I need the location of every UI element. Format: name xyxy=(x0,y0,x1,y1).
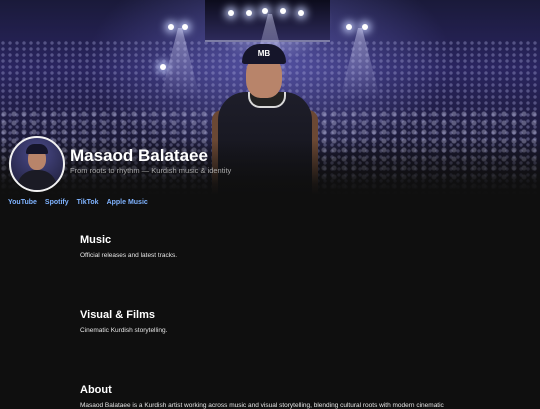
about-section: About Masaod Balataee is a Kurdish artis… xyxy=(80,384,444,409)
music-section: Music Official releases and latest track… xyxy=(80,234,177,259)
stage-light xyxy=(228,10,234,16)
stage-light xyxy=(168,24,174,30)
visual-films-heading: Visual & Films xyxy=(80,309,155,321)
youtube-link[interactable]: YouTube xyxy=(8,199,37,206)
social-links: YouTube Spotify TikTok Apple Music xyxy=(8,199,148,206)
stage-light xyxy=(362,24,368,30)
stage-light xyxy=(298,10,304,16)
music-heading: Music xyxy=(80,234,112,246)
about-description: Masaod Balataee is a Kurdish artist work… xyxy=(80,402,444,409)
stage-light xyxy=(262,8,268,14)
avatar-body xyxy=(17,170,57,190)
spotify-link[interactable]: Spotify xyxy=(45,199,69,206)
apple-music-link[interactable]: Apple Music xyxy=(107,199,148,206)
avatar xyxy=(9,136,65,192)
stage-light xyxy=(160,64,166,70)
performer-cap: MB xyxy=(242,44,286,64)
about-heading: About xyxy=(80,384,112,396)
tiktok-link[interactable]: TikTok xyxy=(77,199,99,206)
visual-films-section: Visual & Films Cinematic Kurdish storyte… xyxy=(80,309,167,334)
stage-light xyxy=(182,24,188,30)
music-description: Official releases and latest tracks. xyxy=(80,252,178,259)
stage-light xyxy=(346,24,352,30)
artist-name: Masaod Balataee xyxy=(70,146,208,165)
visual-films-description: Cinematic Kurdish storytelling. xyxy=(80,327,168,334)
artist-tagline: From roots to rhythm — Kurdish music & i… xyxy=(70,166,232,175)
avatar-cap xyxy=(26,144,48,154)
stage-light xyxy=(280,8,286,14)
stage-light xyxy=(246,10,252,16)
